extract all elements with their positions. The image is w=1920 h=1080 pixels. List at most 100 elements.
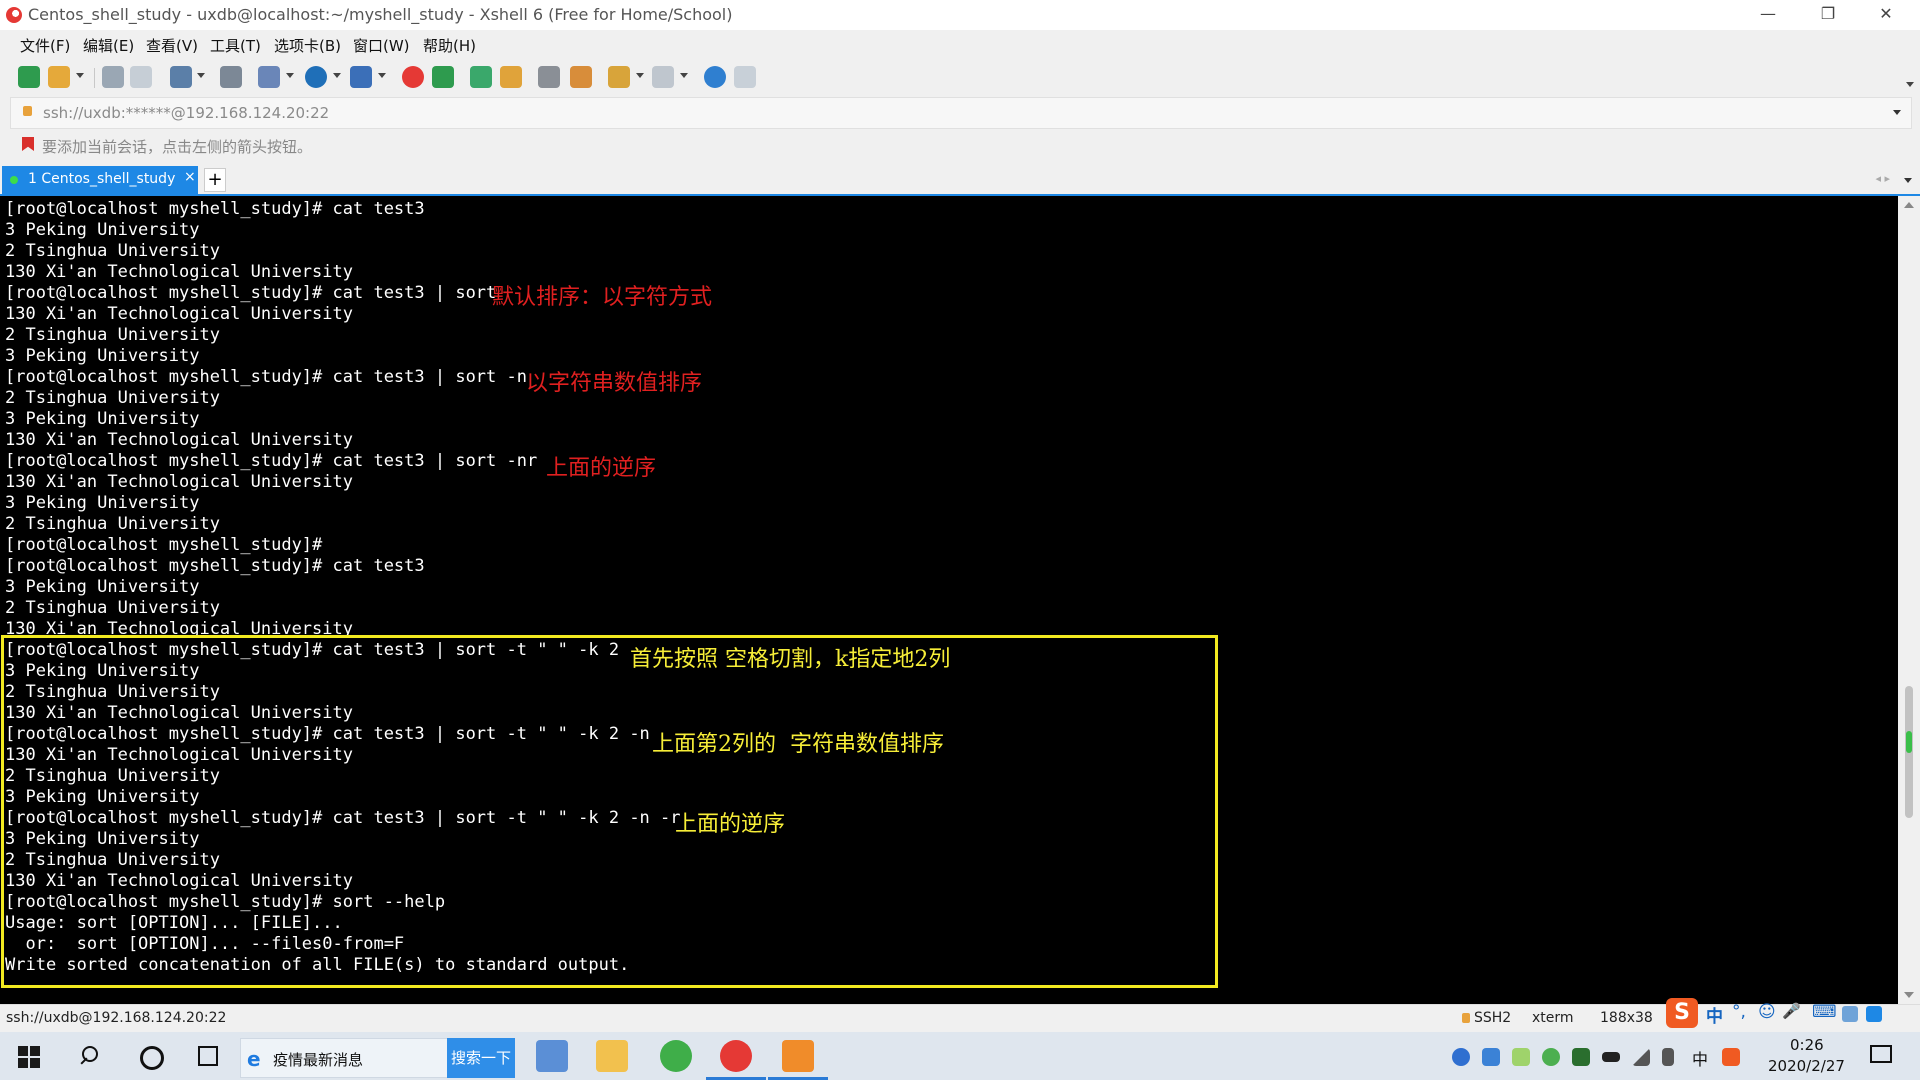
keyboard-icon[interactable]	[538, 66, 560, 88]
news-search-button[interactable]: 搜索一下	[447, 1038, 515, 1078]
search-icon[interactable]	[78, 1046, 100, 1068]
annotation-numeric-sort: 以字符串数值排序	[526, 371, 703, 396]
battery-icon[interactable]	[1602, 1052, 1620, 1062]
terminal-line: 3 Peking University	[5, 409, 200, 429]
ime-mode-toggle[interactable]: 中	[1706, 1002, 1723, 1027]
transfer-dropdown-icon[interactable]	[286, 73, 294, 78]
virtualbox-app-icon[interactable]	[782, 1040, 814, 1072]
highlight-box	[1, 635, 1218, 988]
terminal-line: [root@localhost myshell_study]# cat test…	[5, 556, 425, 576]
cortana-icon[interactable]	[140, 1046, 164, 1070]
title-bar: Centos_shell_study - uxdb@localhost:~/my…	[0, 0, 1920, 30]
find-icon[interactable]	[220, 66, 242, 88]
terminal-output[interactable]: [root@localhost myshell_study]# cat test…	[0, 196, 1898, 1004]
menu-window[interactable]: 窗口(W)	[353, 35, 410, 56]
menu-help[interactable]: 帮助(H)	[423, 35, 476, 56]
menu-edit[interactable]: 编辑(E)	[83, 35, 134, 56]
clock-time[interactable]: 0:26	[1790, 1036, 1824, 1054]
xshell-app-icon[interactable]	[720, 1040, 752, 1072]
wifi-icon[interactable]	[1632, 1048, 1650, 1066]
taskbar: e 疫情最新消息 搜索一下 中 0:26 2020/2/27	[0, 1032, 1920, 1080]
terminal-line: 2 Tsinghua University	[5, 514, 220, 534]
new-session-icon[interactable]	[18, 66, 40, 88]
sogou-tray-icon[interactable]	[1722, 1048, 1740, 1066]
news-search-box[interactable]: e 疫情最新消息	[240, 1038, 449, 1078]
fullscreen-icon[interactable]	[470, 66, 492, 88]
control-panel-app-icon[interactable]	[536, 1040, 568, 1072]
highlight-icon[interactable]	[570, 66, 592, 88]
open-folder-icon[interactable]	[48, 66, 70, 88]
connected-status-icon	[10, 176, 18, 184]
menu-view[interactable]: 查看(V)	[146, 35, 198, 56]
windows-start-icon[interactable]	[18, 1046, 40, 1068]
address-dropdown-icon[interactable]	[1893, 110, 1901, 115]
compose-icon[interactable]	[608, 66, 630, 88]
task-view-icon[interactable]	[198, 1046, 218, 1066]
tab-close-icon[interactable]: ×	[184, 169, 196, 185]
tray-app-icon[interactable]	[1452, 1048, 1470, 1066]
tray-cloud-icon[interactable]	[1482, 1048, 1500, 1066]
browser-app-icon[interactable]	[660, 1040, 692, 1072]
xshell-icon[interactable]	[402, 66, 424, 88]
status-connection: ssh://uxdb@192.168.124.20:22	[6, 1010, 227, 1026]
open-dropdown-icon[interactable]	[76, 73, 84, 78]
reconnect-dropdown-icon[interactable]	[197, 73, 205, 78]
tray-security-icon[interactable]	[1542, 1048, 1560, 1066]
terminal-scrollbar[interactable]	[1898, 196, 1920, 1004]
tray-nvidia-icon[interactable]	[1572, 1048, 1590, 1066]
scroll-grip-icon[interactable]	[1906, 731, 1912, 753]
terminal-line: [root@localhost myshell_study]# cat test…	[5, 283, 497, 303]
tab-scroll-arrows[interactable]: ◂ ▸	[1875, 172, 1890, 185]
ime-keyboard-icon[interactable]: ⌨	[1812, 1002, 1837, 1022]
address-bar[interactable]: ssh://uxdb:******@192.168.124.20:22	[10, 97, 1912, 129]
language-indicator[interactable]: 中	[1692, 1046, 1708, 1070]
menu-tabs[interactable]: 选项卡(B)	[274, 35, 341, 56]
toolbar-separator	[94, 68, 95, 88]
close-button[interactable]: ✕	[1858, 0, 1914, 30]
add-tab-button[interactable]: +	[204, 168, 226, 192]
globe-dropdown-icon[interactable]	[333, 73, 341, 78]
ime-punctuation-icon[interactable]: °,	[1732, 1002, 1746, 1022]
ime-emoji-icon[interactable]: ☺	[1758, 1002, 1776, 1022]
terminal-line: 130 Xi'an Technological University	[5, 472, 353, 492]
toolbar-overflow-icon[interactable]	[1906, 82, 1914, 87]
restore-button[interactable]: ❐	[1800, 0, 1856, 30]
tab-centos-shell-study[interactable]: 1 Centos_shell_study ×	[2, 166, 198, 194]
sogou-ime-icon[interactable]: S	[1666, 998, 1698, 1028]
clock-date[interactable]: 2020/2/27	[1768, 1057, 1845, 1075]
annotation-default-sort: 默认排序：以字符方式	[492, 285, 713, 310]
notification-icon[interactable]	[1870, 1045, 1892, 1063]
globe-icon[interactable]	[305, 66, 327, 88]
reconnect-icon[interactable]	[170, 66, 192, 88]
tab-menu-icon[interactable]	[1904, 178, 1912, 183]
chat-icon[interactable]	[734, 66, 756, 88]
xftp-icon[interactable]	[432, 66, 454, 88]
lock-icon[interactable]	[500, 66, 522, 88]
address-input[interactable]: ssh://uxdb:******@192.168.124.20:22	[43, 104, 329, 122]
layout-icon[interactable]	[652, 66, 674, 88]
disconnect-icon[interactable]	[130, 66, 152, 88]
help-icon[interactable]	[704, 66, 726, 88]
transfer-icon[interactable]	[258, 66, 280, 88]
terminal-line: 3 Peking University	[5, 346, 200, 366]
font-dropdown-icon[interactable]	[378, 73, 386, 78]
menu-tools[interactable]: 工具(T)	[210, 35, 261, 56]
ime-voice-icon[interactable]: 🎤	[1782, 1002, 1801, 1020]
volume-icon[interactable]	[1662, 1048, 1674, 1066]
ime-skin-icon[interactable]	[1842, 1006, 1858, 1022]
ime-toolbox-icon[interactable]	[1866, 1006, 1882, 1022]
bookmark-arrow-icon[interactable]	[22, 137, 34, 151]
file-explorer-app-icon[interactable]	[596, 1040, 628, 1072]
terminal-line: 2 Tsinghua University	[5, 325, 220, 345]
font-icon[interactable]	[350, 66, 372, 88]
menu-file[interactable]: 文件(F)	[20, 35, 70, 56]
compose-dropdown-icon[interactable]	[636, 73, 644, 78]
terminal-line: [root@localhost myshell_study]#	[5, 535, 323, 555]
connect-icon[interactable]	[102, 66, 124, 88]
tab-bar: 1 Centos_shell_study × + ◂ ▸	[0, 166, 1920, 196]
scroll-up-icon[interactable]	[1904, 202, 1914, 208]
terminal-line: 130 Xi'an Technological University	[5, 262, 353, 282]
layout-dropdown-icon[interactable]	[680, 73, 688, 78]
minimize-button[interactable]: —	[1740, 0, 1796, 30]
tray-folder-icon[interactable]	[1512, 1048, 1530, 1066]
